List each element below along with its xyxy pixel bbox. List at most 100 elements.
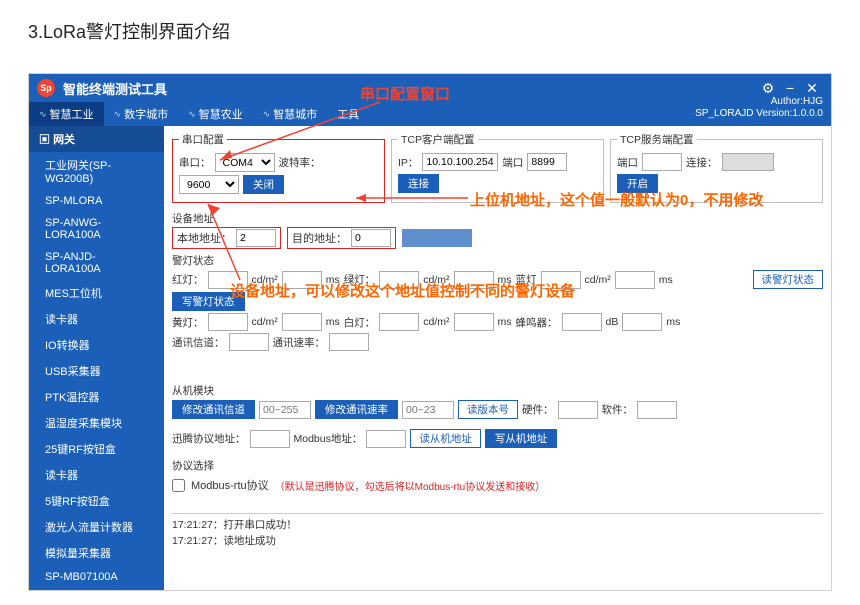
tcp-client-legend: TCP客户端配置 <box>398 132 478 147</box>
close-icon[interactable]: ✕ <box>801 80 823 97</box>
serial-close-button[interactable]: 关闭 <box>243 175 284 194</box>
srv-port-label: 端口 <box>617 155 638 170</box>
sidebar-item[interactable]: 5键RF按钮盒 <box>29 488 164 514</box>
sidebar-item[interactable]: IO转换器 <box>29 332 164 358</box>
local-addr-input[interactable] <box>236 229 276 247</box>
sidebar-group-gateway[interactable]: ▣ 网关 <box>29 126 164 152</box>
modbus-checkbox[interactable] <box>172 479 185 492</box>
sidebar-item[interactable]: SP-MLORA <box>29 190 164 212</box>
hw-label: 硬件： <box>522 402 554 417</box>
sidebar-item[interactable]: 读卡器 <box>29 306 164 332</box>
sidebar-item[interactable]: PTK温控器 <box>29 384 164 410</box>
local-addr-box: 本地地址： <box>172 227 281 249</box>
sidebar-item[interactable]: 读卡器 <box>29 462 164 488</box>
mb-addr-input[interactable] <box>366 430 406 448</box>
mod-signal-button[interactable]: 修改通讯信道 <box>172 400 255 419</box>
menu-tools[interactable]: 工具 <box>327 102 369 126</box>
protocol-legend: 协议选择 <box>172 458 823 473</box>
read-version-button[interactable]: 读版本号 <box>458 400 518 419</box>
log-line: 17:21:27：读地址成功 <box>172 534 823 550</box>
menu-digital-city[interactable]: ∿数字城市 <box>104 102 179 126</box>
blue-ms-input[interactable] <box>615 271 655 289</box>
sw-input[interactable] <box>637 401 677 419</box>
sidebar-item[interactable]: SP-ANJD-LORA100A <box>29 246 164 280</box>
comm-signal-input[interactable] <box>229 333 269 351</box>
sidebar-item[interactable]: 25键RF按钮盒 <box>29 436 164 462</box>
sidebar-item[interactable]: 模拟量采集器 <box>29 540 164 566</box>
tcp-server-legend: TCP服务端配置 <box>617 132 697 147</box>
blue-cd-input[interactable] <box>541 271 581 289</box>
srv-conn-display <box>722 153 774 171</box>
buzzer-db-input[interactable] <box>562 313 602 331</box>
mb-addr-label: Modbus地址： <box>294 431 363 446</box>
sidebar-item[interactable]: MES工位机 <box>29 280 164 306</box>
hw-input[interactable] <box>558 401 598 419</box>
device-addr-legend: 设备地址 <box>172 211 823 226</box>
target-addr-label: 目的地址： <box>292 230 347 246</box>
tcp-port-input[interactable] <box>527 153 567 171</box>
serial-config-group: 串口配置 串口： COM4 波特率： 9600 关闭 <box>172 132 385 203</box>
sidebar-item[interactable]: 激光人流量计数器 <box>29 514 164 540</box>
menu-smart-industry[interactable]: ∿智慧工业 <box>29 102 104 126</box>
tcp-connect-button[interactable]: 连接 <box>398 174 439 193</box>
slave-legend: 从机模块 <box>172 383 823 398</box>
serial-port-select[interactable]: COM4 <box>215 153 275 172</box>
settings-icon[interactable]: ⚙ <box>757 80 779 97</box>
sidebar[interactable]: ▣ 网关 工业网关(SP-WG200B) SP-MLORA SP-ANWG-LO… <box>29 126 164 590</box>
menu-smart-agri[interactable]: ∿智慧农业 <box>178 102 253 126</box>
app-title: 智能终端测试工具 <box>63 79 167 98</box>
protocol-note: （默认是迅腾协议，勾选后将以Modbus-rtu协议发送和接收） <box>275 478 546 493</box>
srv-open-button[interactable]: 开启 <box>617 174 658 193</box>
white-cd-input[interactable] <box>379 313 419 331</box>
green-cd-input[interactable] <box>379 271 419 289</box>
minimize-icon[interactable]: − <box>779 80 801 96</box>
srv-conn-label: 连接： <box>686 155 718 170</box>
comm-rate-input[interactable] <box>329 333 369 351</box>
ip-label: IP： <box>398 155 418 170</box>
log-line: 17:21:27：打开串口成功！ <box>172 518 823 534</box>
menu-smart-city[interactable]: ∿智慧城市 <box>253 102 328 126</box>
version-label: SP_LORAJD Version:1.0.0.0 <box>695 108 823 120</box>
page-heading: 3.LoRa警灯控制界面介绍 <box>0 0 860 44</box>
write-slave-addr-button[interactable]: 写从机地址 <box>485 429 558 448</box>
sw-label: 软件： <box>602 402 634 417</box>
read-slave-addr-button[interactable]: 读从机地址 <box>410 429 481 448</box>
yellow-label: 黄灯： <box>172 315 204 330</box>
xt-addr-input[interactable] <box>250 430 290 448</box>
ip-input[interactable] <box>422 153 498 171</box>
target-addr-input[interactable] <box>351 229 391 247</box>
buzzer-ms-input[interactable] <box>622 313 662 331</box>
baud-select[interactable]: 9600 <box>179 175 239 194</box>
comm-signal-label: 通讯信道： <box>172 335 225 350</box>
red-label: 红灯： <box>172 272 204 287</box>
yellow-cd-input[interactable] <box>208 313 248 331</box>
serial-port-label: 串口： <box>179 155 211 170</box>
modbus-label: Modbus-rtu协议 <box>191 477 269 493</box>
buzzer-label: 蜂鸣器： <box>516 315 558 330</box>
red-ms-input[interactable] <box>282 271 322 289</box>
red-cd-input[interactable] <box>208 271 248 289</box>
rate-range-input[interactable] <box>402 401 454 419</box>
mod-rate-button[interactable]: 修改通讯速率 <box>315 400 398 419</box>
sidebar-item[interactable]: 温湿度采集模块 <box>29 410 164 436</box>
author-label: Author:HJG <box>695 96 823 108</box>
app-window: Sp 智能终端测试工具 ⚙ − ✕ ∿智慧工业 ∿数字城市 ∿智慧农业 ∿智慧城… <box>28 73 832 591</box>
sidebar-item[interactable]: 工业网关(SP-WG200B) <box>29 152 164 190</box>
sidebar-item[interactable]: SP-MB07100A <box>29 566 164 588</box>
sidebar-item[interactable]: USB采集器 <box>29 358 164 384</box>
white-label: 白灯： <box>344 315 376 330</box>
sidebar-item[interactable]: 激光人体感应器 <box>29 588 164 590</box>
sidebar-item[interactable]: SP-ANWG-LORA100A <box>29 212 164 246</box>
target-addr-box: 目的地址： <box>287 227 396 249</box>
obscured-button[interactable] <box>402 229 472 247</box>
signal-range-input[interactable] <box>259 401 311 419</box>
tcp-port-label: 端口 <box>502 155 523 170</box>
white-ms-input[interactable] <box>454 313 494 331</box>
srv-port-input[interactable] <box>642 153 682 171</box>
read-alarm-button[interactable]: 读警灯状态 <box>753 270 824 289</box>
yellow-ms-input[interactable] <box>282 313 322 331</box>
serial-legend: 串口配置 <box>179 132 227 147</box>
write-alarm-button[interactable]: 写警灯状态 <box>172 292 245 311</box>
green-ms-input[interactable] <box>454 271 494 289</box>
app-logo-icon: Sp <box>37 79 55 97</box>
